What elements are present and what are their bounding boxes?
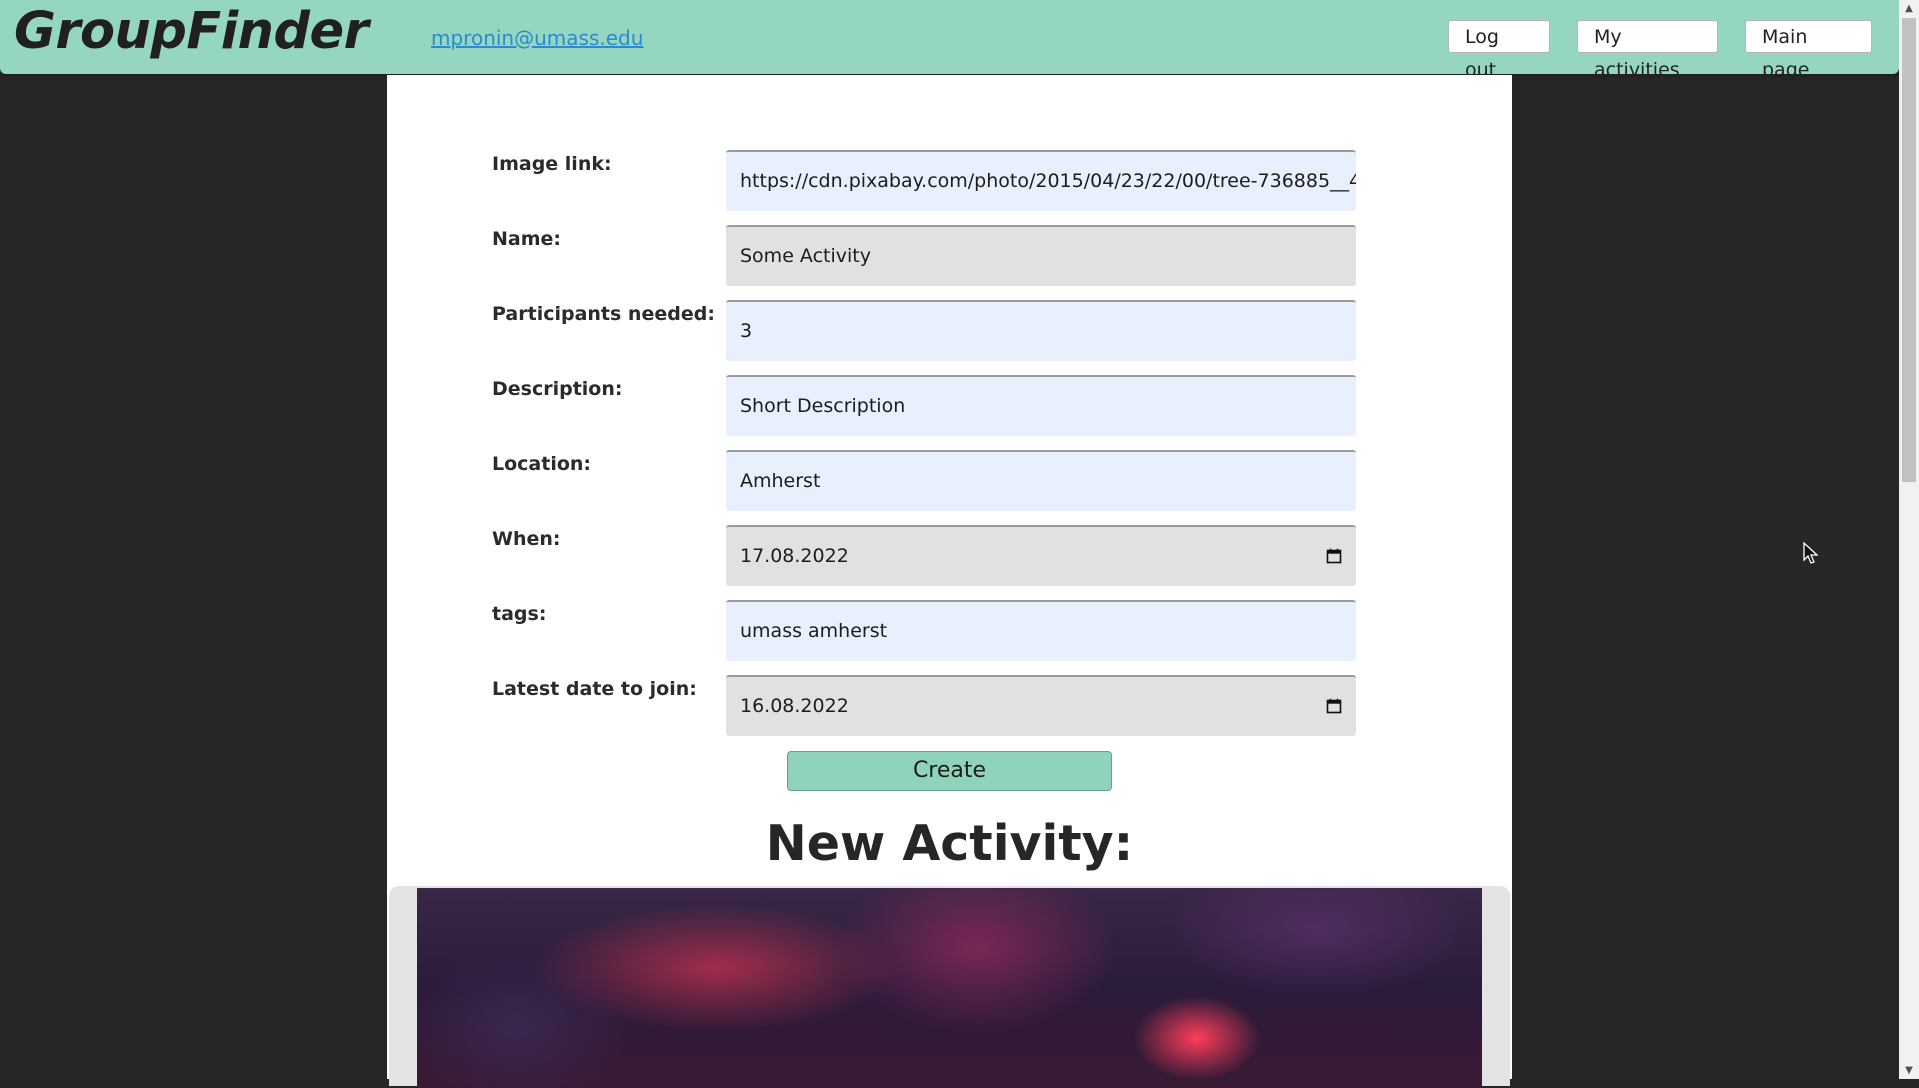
create-button[interactable]: Create	[787, 751, 1112, 791]
when-date-input[interactable]: 17.08.2022	[726, 525, 1356, 586]
when-label: When:	[492, 528, 561, 550]
location-label: Location:	[492, 453, 592, 475]
preview-title: New Activity:	[765, 815, 1134, 872]
participants-label: Participants needed:	[492, 303, 715, 325]
logout-button[interactable]: Log out	[1448, 20, 1550, 81]
image-link-input[interactable]: https://cdn.pixabay.com/photo/2015/04/23…	[726, 150, 1356, 211]
mouse-pointer-icon	[1803, 542, 1819, 564]
my-activities-button[interactable]: My activities	[1577, 20, 1718, 81]
scroll-down-arrow-icon[interactable]: ▼	[1899, 1062, 1919, 1079]
top-nav-bar: GroupFinder mpronin@umass.edu Log out My…	[0, 0, 1899, 81]
name-label: Name:	[492, 228, 562, 250]
description-input[interactable]: Short Description	[726, 375, 1356, 436]
main-page-button[interactable]: Main page	[1745, 20, 1872, 81]
latest-date-value: 16.08.2022	[740, 695, 849, 717]
participants-input[interactable]: 3	[726, 300, 1356, 361]
name-input[interactable]: Some Activity	[726, 225, 1356, 286]
app-logo[interactable]: GroupFinder	[14, 2, 369, 61]
scrollbar-thumb[interactable]	[1902, 18, 1916, 482]
when-date-value: 17.08.2022	[740, 545, 849, 567]
image-link-label: Image link:	[492, 153, 612, 175]
activity-preview-image	[417, 888, 1482, 1088]
create-activity-panel: Image link: https://cdn.pixabay.com/phot…	[387, 75, 1512, 1088]
user-email-link[interactable]: mpronin@umass.edu	[431, 26, 643, 50]
calendar-icon[interactable]	[1326, 548, 1342, 564]
calendar-icon[interactable]	[1326, 698, 1342, 714]
latest-date-input[interactable]: 16.08.2022	[726, 675, 1356, 736]
tags-label: tags:	[492, 603, 547, 625]
location-input[interactable]: Amherst	[726, 450, 1356, 511]
scroll-up-arrow-icon[interactable]: ▲	[1899, 0, 1919, 17]
page-scrollbar[interactable]: ▲ ▼	[1899, 0, 1919, 1079]
latest-date-label: Latest date to join:	[492, 678, 697, 700]
tags-input[interactable]: umass amherst	[726, 600, 1356, 661]
description-label: Description:	[492, 378, 623, 400]
